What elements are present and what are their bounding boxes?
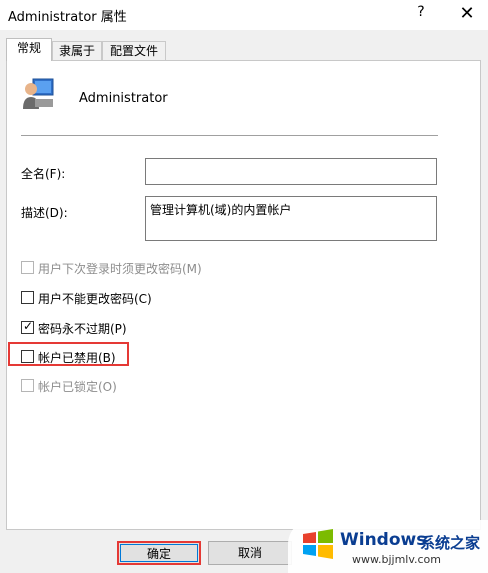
windows-logo-icon (303, 529, 333, 559)
watermark-brand: Windows (340, 530, 427, 550)
fullname-label: 全名(F): (21, 167, 66, 181)
help-button[interactable]: ? (410, 4, 432, 24)
tab-general[interactable]: 常规 (6, 38, 52, 61)
cancel-button[interactable]: 取消 (208, 541, 292, 565)
window-title: Administrator 属性 (8, 10, 127, 25)
separator (21, 135, 438, 136)
close-button[interactable]: ✕ (452, 2, 482, 26)
description-label: 描述(D): (21, 206, 68, 220)
user-name: Administrator (79, 91, 168, 106)
checkbox-box[interactable] (21, 261, 34, 274)
checkbox-label: 用户不能更改密码(C) (38, 292, 152, 306)
description-input[interactable]: 管理计算机(域)的内置帐户 (145, 196, 437, 241)
highlight-box (8, 342, 129, 366)
checkbox-box[interactable] (21, 379, 34, 392)
user-icon (23, 78, 54, 109)
checkbox-label: 帐户已锁定(O) (38, 380, 117, 394)
checkbox-label: 密码永不过期(P) (38, 322, 127, 336)
fullname-input[interactable] (145, 158, 437, 185)
checkbox-box[interactable]: ✓ (21, 319, 34, 334)
watermark: Windows 系统之家 www.bjjmlv.com (288, 520, 488, 573)
tab-profile[interactable]: 配置文件 (102, 41, 166, 61)
checkmark-icon: ✓ (23, 319, 34, 333)
watermark-brand-cn: 系统之家 (420, 534, 481, 552)
checkbox-box[interactable] (21, 291, 34, 304)
tab-member-of[interactable]: 隶属于 (52, 41, 102, 61)
watermark-url: www.bjjmlv.com (352, 553, 441, 566)
title-bar: Administrator 属性 ? ✕ (0, 0, 488, 30)
general-panel: Administrator 全名(F): 描述(D): 管理计算机(域)的内置帐… (6, 60, 481, 530)
ok-button[interactable]: 确定 (117, 541, 201, 565)
checkbox-label: 用户下次登录时须更改密码(M) (38, 262, 202, 276)
